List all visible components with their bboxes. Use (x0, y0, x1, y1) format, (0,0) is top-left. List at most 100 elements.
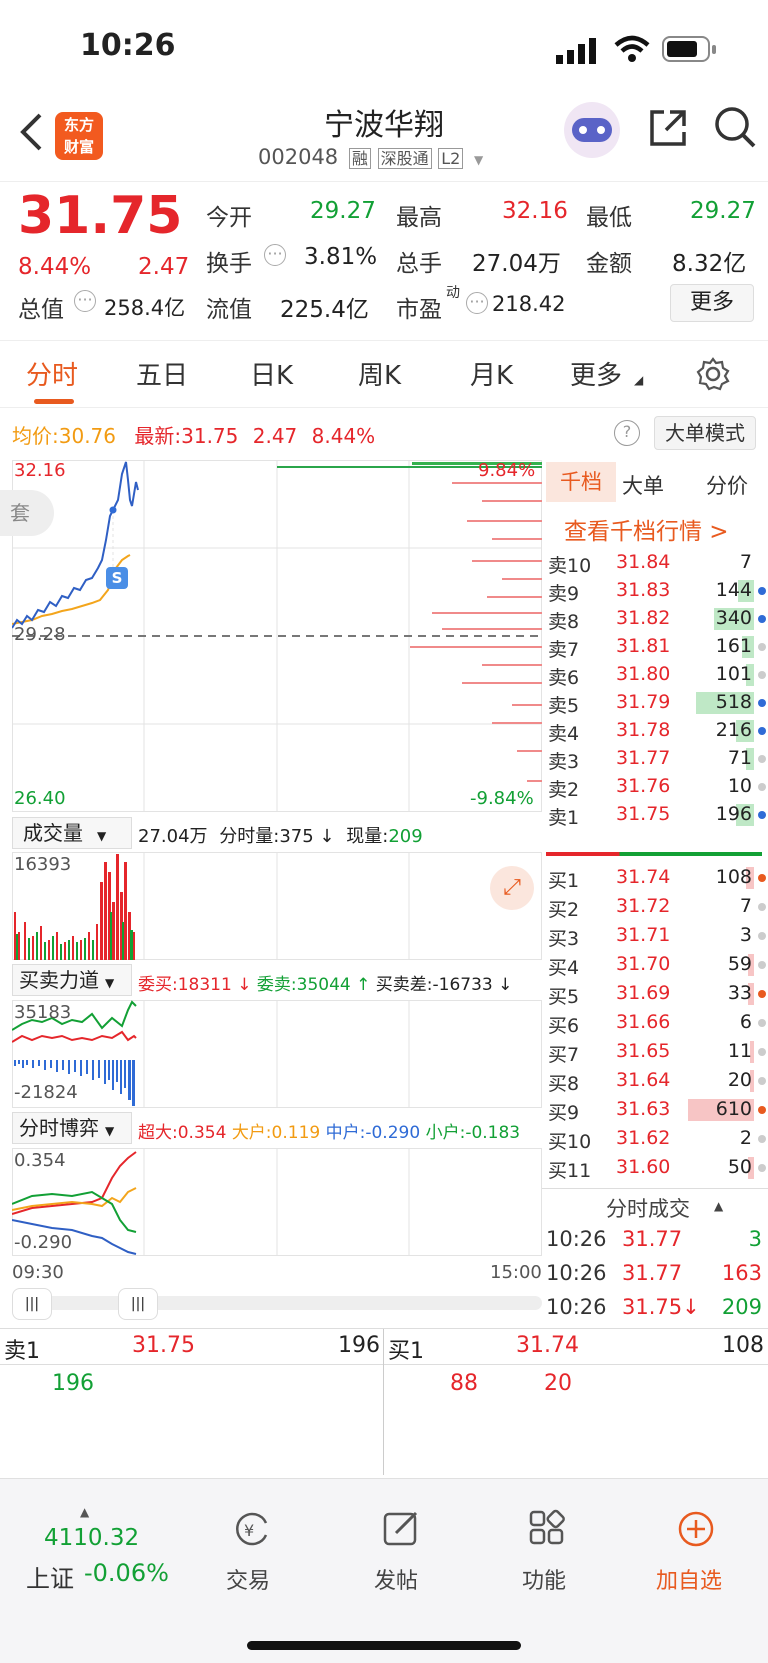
bid-row[interactable]: 买4 31.70 59 (548, 951, 768, 980)
bid-qty: 20 (727, 1069, 752, 1091)
event-marker-icon[interactable]: S (106, 567, 128, 589)
post-edit-icon[interactable] (382, 1509, 422, 1549)
signal-icon (556, 38, 596, 64)
label-turnover: 换手 (206, 251, 252, 277)
time-range-slider[interactable] (12, 1296, 542, 1310)
orderbook-tab-bigorders[interactable]: 大单 (622, 470, 664, 500)
help-icon[interactable]: ? (614, 420, 640, 446)
nav-add-watchlist[interactable]: 加自选 (656, 1563, 722, 1595)
ask-row[interactable]: 卖5 31.79 518 (548, 689, 768, 718)
badge-l2: L2 (438, 148, 464, 169)
force-chart (12, 1000, 542, 1108)
ask-row[interactable]: 卖3 31.77 71 (548, 745, 768, 774)
nav-features[interactable]: 功能 (522, 1563, 566, 1595)
ask-label: 卖2 (548, 779, 580, 801)
queue-buy-qty: 108 (722, 1333, 764, 1358)
badge-connect: 深股通 (377, 148, 432, 169)
game-indicator-select[interactable]: 分时博弈 ▼ (12, 1112, 132, 1144)
ask-row[interactable]: 卖2 31.76 10 (548, 773, 768, 802)
big-order-mode-button[interactable]: 大单模式 (654, 416, 756, 450)
ask-row[interactable]: 卖8 31.82 340 (548, 605, 768, 634)
slider-handle-left[interactable]: ||| (12, 1288, 52, 1320)
bid-row[interactable]: 买6 31.66 6 (548, 1009, 768, 1038)
stock-code: 002048 (258, 145, 339, 169)
label-pe-sup: 动 (446, 285, 460, 301)
caret-down-icon: ▼ (105, 1124, 115, 1138)
force-indicator-select[interactable]: 买卖力道 ▼ (12, 964, 132, 996)
volume-cur-label: 分时量: (219, 826, 280, 847)
info-icon[interactable]: ··· (74, 290, 96, 312)
orderbook-tab-depth[interactable]: 千档 (546, 462, 616, 502)
ask-qty: 216 (715, 719, 752, 741)
bid-row[interactable]: 买10 31.62 2 (548, 1125, 768, 1154)
stock-code-row[interactable]: 002048 融 深股通 L2 ▼ (258, 145, 483, 169)
ask-row[interactable]: 卖10 31.84 7 (548, 549, 768, 578)
expand-chart-icon[interactable]: ⤢ (490, 866, 534, 910)
info-icon[interactable]: ··· (264, 244, 286, 266)
ask-row[interactable]: 卖1 31.75 196 (548, 801, 768, 830)
bid-price: 31.69 (616, 982, 671, 1004)
bid-row[interactable]: 买5 31.69 33 (548, 980, 768, 1009)
ask-row[interactable]: 卖6 31.80 101 (548, 661, 768, 690)
caret-up-icon: ▲ (714, 1199, 724, 1213)
index-pct[interactable]: -0.06% (84, 1559, 169, 1587)
orderbook-depth-link[interactable]: 查看千档行情 > (564, 512, 729, 546)
ask-row[interactable]: 卖4 31.78 216 (548, 717, 768, 746)
price-chart[interactable] (12, 460, 542, 812)
nav-trade[interactable]: 交易 (226, 1563, 270, 1595)
tab-day-k[interactable]: 日K (250, 355, 293, 392)
info-icon[interactable]: ··· (466, 292, 488, 314)
bid-row[interactable]: 买11 31.60 50 (548, 1154, 768, 1183)
game-bottom-label: -0.290 (14, 1232, 73, 1253)
ask-price: 31.84 (616, 551, 671, 573)
nav-post[interactable]: 发帖 (374, 1563, 418, 1595)
tab-more[interactable]: 更多 (570, 355, 622, 392)
ask-label: 卖1 (548, 807, 580, 829)
volume-cur: 375 (279, 826, 314, 847)
bid-row[interactable]: 买2 31.72 7 (548, 893, 768, 922)
trade-time: 10:26 (546, 1227, 607, 1251)
order-dot-icon (758, 699, 766, 707)
order-dot-icon (758, 1077, 766, 1085)
order-dot-icon (758, 1164, 766, 1172)
home-indicator (247, 1641, 521, 1650)
bid-qty: 7 (739, 895, 752, 917)
tab-intraday[interactable]: 分时 (26, 355, 78, 392)
slider-handle-right[interactable]: ||| (118, 1288, 158, 1320)
features-grid-icon[interactable] (528, 1509, 568, 1549)
order-dot-icon (758, 783, 766, 791)
volume-indicator-select[interactable]: 成交量 ▼ (12, 817, 132, 849)
trade-price: 31.77 (622, 1227, 683, 1251)
bid-row[interactable]: 买3 31.71 3 (548, 922, 768, 951)
tab-month-k[interactable]: 月K (470, 355, 513, 392)
tab-week-k[interactable]: 周K (358, 355, 401, 392)
tab-five-day[interactable]: 五日 (136, 355, 188, 392)
orderbook-tab-pricedist[interactable]: 分价 (706, 470, 748, 500)
value-amount: 8.32亿 (672, 251, 747, 277)
trades-title[interactable]: 分时成交 (606, 1193, 690, 1223)
cost-tag-button[interactable]: 套 (0, 490, 54, 536)
bid-row[interactable]: 买8 31.64 20 (548, 1067, 768, 1096)
game-label: 分时博弈 (19, 1116, 99, 1140)
share-icon[interactable] (648, 108, 688, 148)
settings-gear-icon[interactable] (696, 357, 730, 391)
queue-buy-label: 买1 (388, 1339, 424, 1364)
index-value[interactable]: 4110.32 (44, 1525, 139, 1551)
ask-row[interactable]: 卖9 31.83 144 (548, 577, 768, 606)
bid-row[interactable]: 买1 31.74 108 (548, 864, 768, 893)
time-axis-start: 09:30 (12, 1262, 64, 1283)
ask-row[interactable]: 卖7 31.81 161 (548, 633, 768, 662)
bid-row[interactable]: 买7 31.65 11 (548, 1038, 768, 1067)
add-watchlist-icon[interactable] (676, 1509, 716, 1549)
trade-icon[interactable]: ¥ (232, 1509, 272, 1549)
bid-label: 买6 (548, 1015, 580, 1037)
robot-assistant-icon[interactable] (564, 102, 620, 158)
force-sell-label: 委卖: (256, 975, 297, 995)
volume-label: 成交量 (23, 821, 83, 845)
index-name[interactable]: 上证 (26, 1559, 74, 1594)
bid-row[interactable]: 买9 31.63 610 (548, 1096, 768, 1125)
more-button[interactable]: 更多 (670, 284, 754, 322)
search-icon[interactable] (714, 106, 758, 150)
order-dot-icon (758, 932, 766, 940)
queue-divider (383, 1329, 384, 1475)
